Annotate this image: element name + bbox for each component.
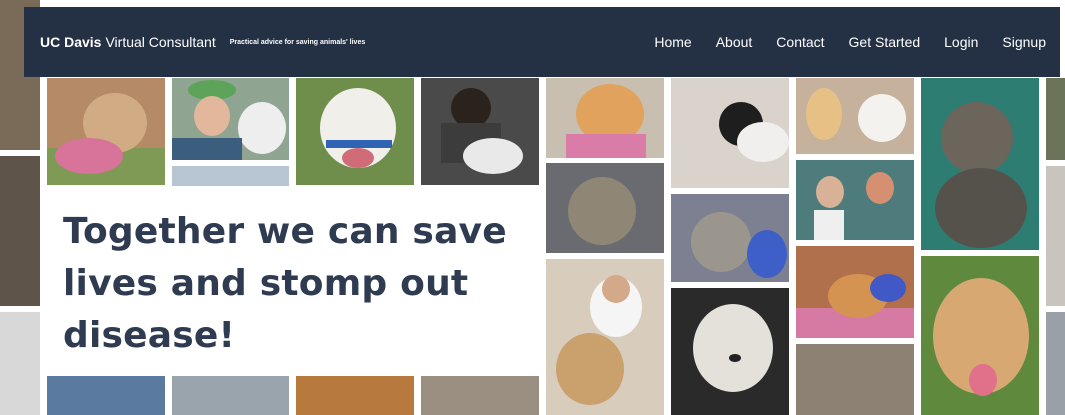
collage-photo xyxy=(796,160,914,240)
collage-photo xyxy=(0,156,40,306)
collage-photo xyxy=(421,376,539,415)
hero-card: Together we can save lives and stomp out… xyxy=(41,186,544,374)
collage-photo xyxy=(546,78,664,158)
nav-link-login[interactable]: Login xyxy=(944,34,978,50)
collage-photo xyxy=(671,288,789,415)
top-navbar: UC Davis Virtual Consultant Practical ad… xyxy=(24,7,1060,77)
collage-photo xyxy=(47,78,165,185)
collage-photo xyxy=(1046,166,1065,306)
collage-photo xyxy=(172,166,289,186)
nav-link-contact[interactable]: Contact xyxy=(776,34,824,50)
collage-photo xyxy=(546,163,664,253)
brand-name-rest: Virtual Consultant xyxy=(105,34,216,50)
collage-photo xyxy=(296,376,414,415)
nav-link-about[interactable]: About xyxy=(716,34,753,50)
collage-photo xyxy=(921,78,1039,250)
hero-heading: Together we can save lives and stomp out… xyxy=(63,211,507,356)
nav-link-signup[interactable]: Signup xyxy=(1002,34,1046,50)
collage-photo xyxy=(172,376,289,415)
collage-photo xyxy=(1046,312,1065,415)
collage-photo xyxy=(47,376,165,415)
brand-logo-link[interactable]: UC Davis Virtual Consultant xyxy=(40,34,216,50)
collage-photo xyxy=(921,256,1039,415)
collage-photo xyxy=(1046,78,1065,160)
collage-photo xyxy=(296,78,414,185)
collage-photo xyxy=(421,78,539,185)
collage-photo xyxy=(796,246,914,338)
collage-photo xyxy=(0,312,40,415)
brand-name-bold: UC Davis xyxy=(40,34,102,50)
collage-photo xyxy=(671,194,789,282)
collage-photo xyxy=(172,78,289,160)
collage-photo xyxy=(671,78,789,188)
collage-photo xyxy=(546,259,664,415)
collage-photo xyxy=(796,78,914,154)
nav-link-get-started[interactable]: Get Started xyxy=(849,34,921,50)
collage-photo xyxy=(796,344,914,415)
nav-links: Home About Contact Get Started Login Sig… xyxy=(654,34,1046,50)
brand-tagline: Practical advice for saving animals' liv… xyxy=(229,38,366,46)
nav-link-home[interactable]: Home xyxy=(654,34,691,50)
